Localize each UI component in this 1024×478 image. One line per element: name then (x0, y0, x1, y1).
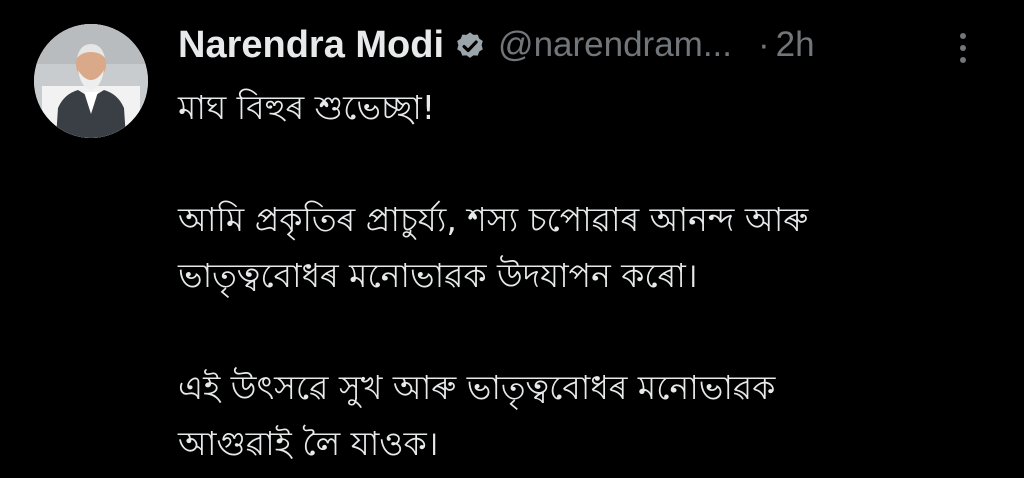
tweet-text-line: আগুৱাই লৈ যাওক। (178, 424, 439, 463)
tweet-text-line: মাঘ বিহুৰ শুভেচ্ছা! (178, 88, 436, 127)
tweet-text-line: আমি প্ৰকৃতিৰ প্ৰাচুৰ্য্য, শস্য চপোৱাৰ আন… (178, 200, 809, 239)
display-name[interactable]: Narendra Modi (178, 24, 444, 67)
profile-photo-icon (34, 24, 148, 138)
avatar[interactable] (34, 24, 148, 138)
tweet-text-line: এই উৎসৱে সুখ আৰু ভাতৃত্ববোধৰ মনোভাৱক (178, 368, 776, 407)
tweet[interactable]: Narendra Modi @narendram... · 2h মাঘ বিহ… (0, 0, 1024, 478)
author-handle[interactable]: @narendram... (498, 25, 732, 65)
more-vertical-icon[interactable] (952, 30, 974, 66)
post-time[interactable]: 2h (776, 25, 815, 65)
tweet-text: মাঘ বিহুৰ শুভেচ্ছা! আমি প্ৰকৃতিৰ প্ৰাচুৰ… (178, 80, 998, 472)
verified-badge-icon[interactable] (454, 29, 486, 61)
meta-separator: · (758, 25, 770, 64)
tweet-text-line: ভাতৃত্ববোধৰ মনোভাৱক উদযাপন কৰো। (178, 256, 698, 295)
tweet-header: Narendra Modi @narendram... · 2h (178, 14, 998, 76)
